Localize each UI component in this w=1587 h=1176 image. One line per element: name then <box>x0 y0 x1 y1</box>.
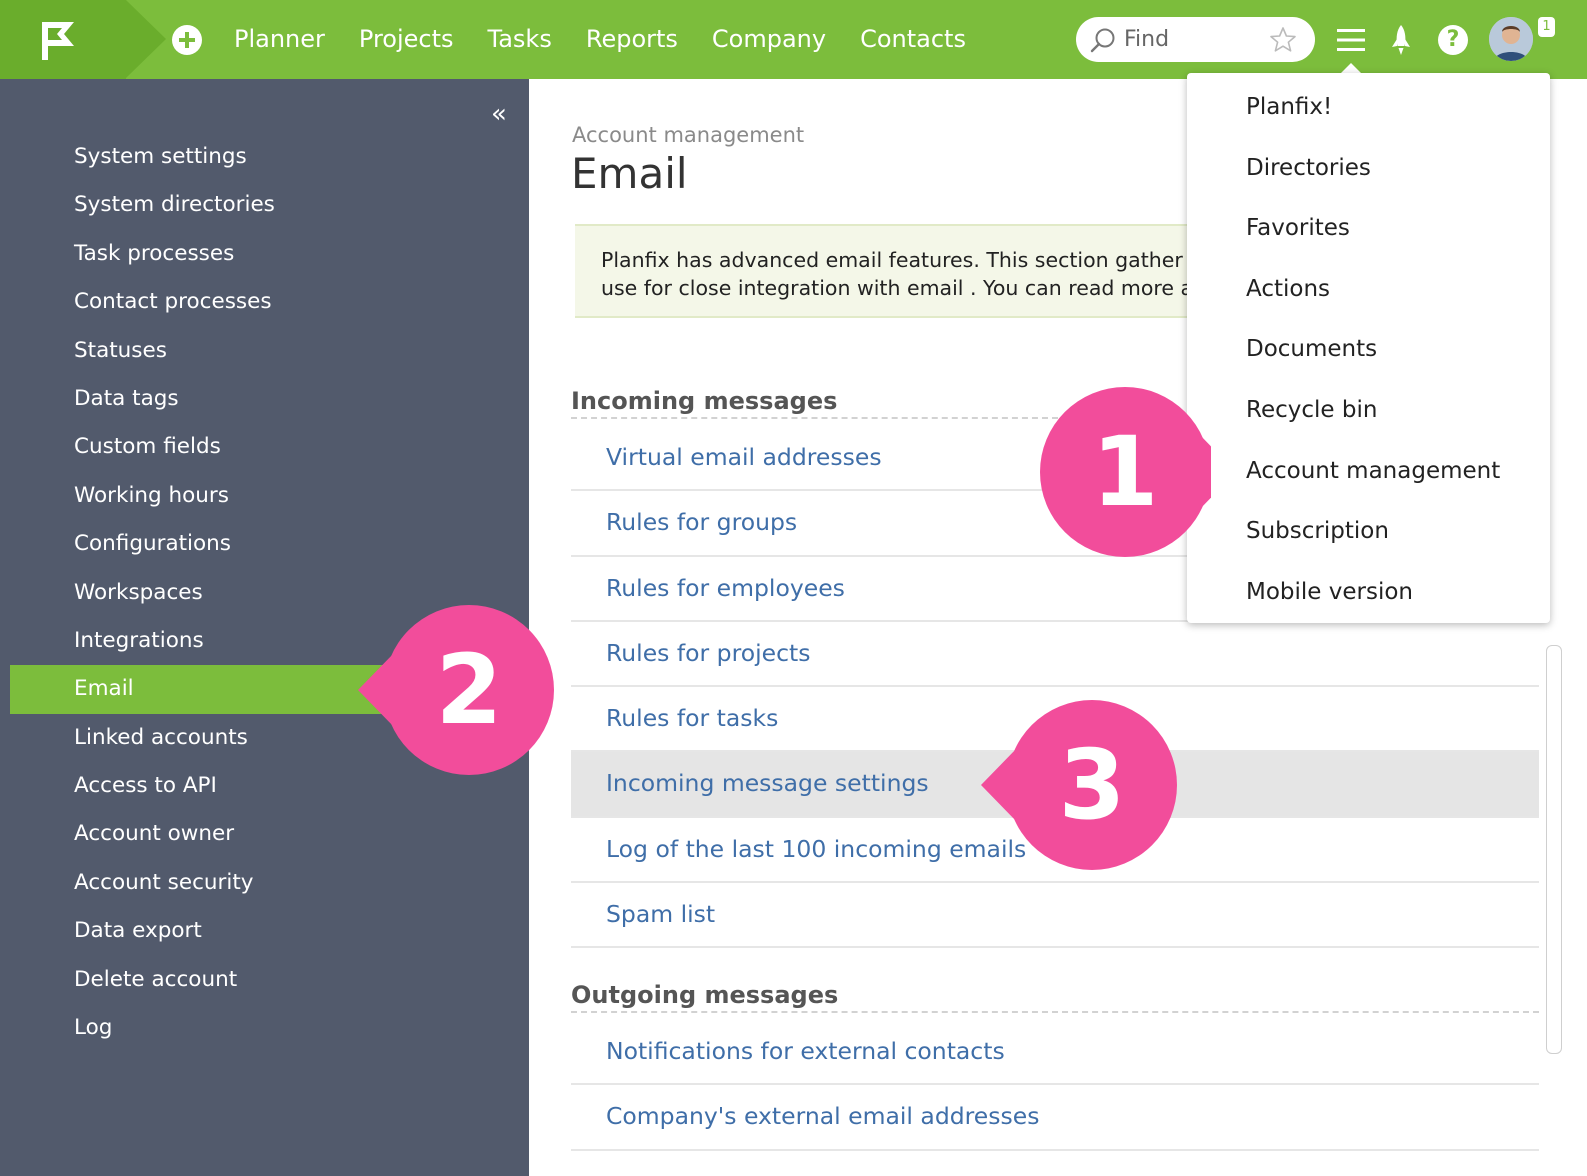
sidebar-item-custom-fields[interactable]: Custom fields <box>10 423 529 471</box>
info-text: Planfix has advanced email features. Thi… <box>601 246 1235 302</box>
sidebar-item-delete-account[interactable]: Delete account <box>10 956 529 1004</box>
notification-badge: 1 <box>1538 17 1555 37</box>
sidebar-item-log[interactable]: Log <box>10 1004 529 1052</box>
scrollbar[interactable] <box>1546 645 1562 1054</box>
sidebar-item-data-export[interactable]: Data export <box>10 907 529 955</box>
link-spam-list[interactable]: Spam list <box>571 883 1539 949</box>
menu-pointer <box>1341 63 1361 73</box>
menu-item-documents[interactable]: Documents <box>1187 319 1550 380</box>
hamburger-menu-icon[interactable] <box>1336 25 1366 55</box>
menu-item-subscription[interactable]: Subscription <box>1187 501 1550 562</box>
link-notifications-external-contacts[interactable]: Notifications for external contacts <box>571 1020 1539 1086</box>
logo-block[interactable] <box>0 0 126 79</box>
menu-item-account-management[interactable]: Account management <box>1187 441 1550 502</box>
main-nav: Planner Projects Tasks Reports Company C… <box>217 0 983 79</box>
sidebar-item-account-security[interactable]: Account security <box>10 859 529 907</box>
planfix-flag-logo-icon <box>42 22 74 60</box>
favorite-star-icon[interactable] <box>1269 26 1297 54</box>
breadcrumb[interactable]: Account management <box>572 123 804 147</box>
info-box: Planfix has advanced email features. Thi… <box>575 224 1235 318</box>
menu-item-favorites[interactable]: Favorites <box>1187 198 1550 259</box>
menu-item-directories[interactable]: Directories <box>1187 138 1550 199</box>
callout-3: 3 <box>981 699 1178 871</box>
settings-menu: System settings System directories Task … <box>10 133 529 1052</box>
sidebar-item-configurations[interactable]: Configurations <box>10 520 529 568</box>
outgoing-links: Notifications for external contacts Comp… <box>571 1020 1539 1151</box>
nav-planner[interactable]: Planner <box>217 0 342 79</box>
user-avatar-icon <box>1489 17 1533 61</box>
search-icon <box>1090 28 1115 53</box>
sidebar-item-data-tags[interactable]: Data tags <box>10 375 529 423</box>
info-line-2: use for close integration with email . Y… <box>601 276 1194 300</box>
callout-1: 1 <box>1039 386 1211 558</box>
nav-reports[interactable]: Reports <box>569 0 695 79</box>
help-icon[interactable]: ? <box>1438 25 1468 55</box>
callout-2: 2 <box>358 604 555 776</box>
sidebar-item-working-hours[interactable]: Working hours <box>10 472 529 520</box>
callout-1-number: 1 <box>1091 416 1159 528</box>
nav-company[interactable]: Company <box>695 0 843 79</box>
callout-2-number: 2 <box>435 634 503 746</box>
info-line-1: Planfix has advanced email features. Thi… <box>601 248 1183 272</box>
menu-item-recycle-bin[interactable]: Recycle bin <box>1187 380 1550 441</box>
logo-arrow <box>126 0 166 78</box>
link-rules-for-projects[interactable]: Rules for projects <box>571 622 1539 688</box>
main-menu-dropdown: Planfix! Directories Favorites Actions D… <box>1187 73 1550 623</box>
link-company-external-email-addresses[interactable]: Company's external email addresses <box>571 1085 1539 1151</box>
nav-projects[interactable]: Projects <box>342 0 471 79</box>
dropdown-list: Planfix! Directories Favorites Actions D… <box>1187 77 1550 622</box>
search-input[interactable] <box>1124 17 1264 62</box>
search-box <box>1076 17 1315 62</box>
sidebar-item-statuses[interactable]: Statuses <box>10 327 529 375</box>
sidebar-item-account-owner[interactable]: Account owner <box>10 810 529 858</box>
menu-item-actions[interactable]: Actions <box>1187 259 1550 320</box>
avatar[interactable] <box>1489 17 1533 61</box>
section-title-outgoing: Outgoing messages <box>571 981 1539 1013</box>
rocket-icon[interactable] <box>1388 24 1414 56</box>
sidebar-item-system-directories[interactable]: System directories <box>10 181 529 229</box>
callout-3-number: 3 <box>1058 729 1126 841</box>
menu-item-planfix[interactable]: Planfix! <box>1187 77 1550 138</box>
sidebar-item-contact-processes[interactable]: Contact processes <box>10 278 529 326</box>
menu-item-mobile-version[interactable]: Mobile version <box>1187 562 1550 623</box>
top-bar: Planner Projects Tasks Reports Company C… <box>0 0 1587 79</box>
nav-tasks[interactable]: Tasks <box>471 0 569 79</box>
sidebar-item-system-settings[interactable]: System settings <box>10 133 529 181</box>
add-new-plus-icon[interactable] <box>172 25 202 55</box>
sidebar-item-task-processes[interactable]: Task processes <box>10 230 529 278</box>
collapse-sidebar-icon[interactable]: « <box>491 101 507 127</box>
page-title: Email <box>571 149 688 198</box>
nav-contacts[interactable]: Contacts <box>843 0 983 79</box>
